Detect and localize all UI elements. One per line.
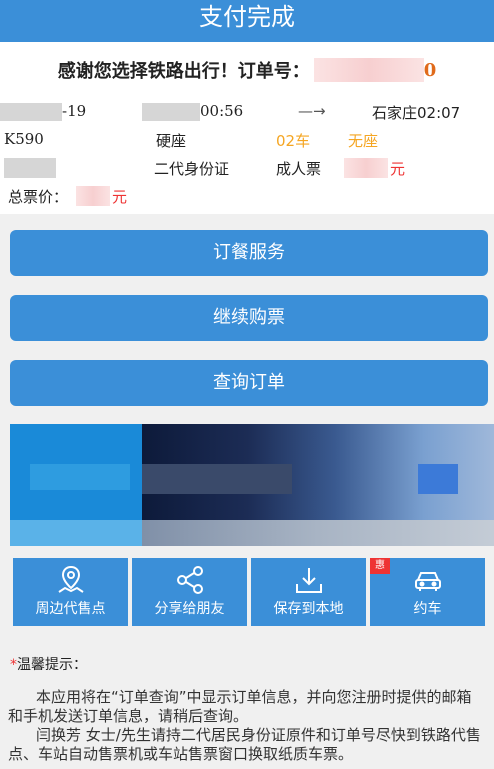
banner-mid-block (142, 464, 292, 494)
thanks-banner: 感谢您选择铁路出行！订单号： 0 (0, 42, 494, 98)
ticket-price-unit: 元 (390, 160, 406, 178)
total-price-label: 总票价： (8, 188, 69, 206)
date-suffix: -19 (62, 102, 87, 120)
ticket-info: -19 00:56 —→ 石家庄02:07 K590 硬座 02车 无座 二代身… (0, 98, 494, 214)
book-car-label: 约车 (413, 601, 442, 617)
id-type: 二代身份证 (154, 160, 230, 178)
meal-service-button[interactable]: 订餐服务 (10, 230, 488, 276)
thanks-text: 感谢您选择铁路出行！订单号： (57, 61, 310, 82)
share-icon (176, 566, 203, 594)
continue-buying-button[interactable]: 继续购票 (10, 295, 488, 341)
banner-accent-block (418, 464, 458, 494)
ticket-row-passenger: 二代身份证 成人票 元 (0, 156, 494, 182)
tips-title: *温馨提示： (10, 654, 87, 674)
train-number: K590 (4, 130, 44, 148)
order-number-redacted (313, 58, 424, 82)
star-icon: * (10, 657, 17, 673)
ticket-price-redacted (344, 158, 388, 178)
arrow-icon: —→ (298, 102, 326, 120)
banner-left-bottom (10, 520, 142, 546)
seat-class: 硬座 (156, 132, 187, 150)
book-car-button[interactable]: 惠 约车 (370, 558, 485, 626)
nearby-agent-button[interactable]: 周边代售点 (13, 558, 128, 626)
depart-time: 00:56 (200, 102, 244, 120)
tips-paragraph-2: 闫换芳 女士/先生请持二代居民身份证原件和订单号尽快到铁路代售点、车站自动售票机… (8, 726, 481, 763)
tool-bar: 周边代售点 分享给朋友 保存到本地 惠 约车 (13, 558, 485, 626)
total-price-unit: 元 (112, 188, 128, 206)
ad-banner[interactable] (10, 424, 494, 546)
page-title: 支付完成 (0, 0, 494, 42)
banner-left-block (30, 464, 130, 490)
save-local-button[interactable]: 保存到本地 (251, 558, 366, 626)
share-button[interactable]: 分享给朋友 (132, 558, 247, 626)
date-redacted (0, 102, 62, 121)
nearby-agent-label: 周边代售点 (35, 601, 106, 617)
tips-paragraph-1: 本应用将在“订单查询”中显示订单信息，并向您注册时提供的邮箱和手机发送订单信息，… (8, 688, 472, 725)
discount-badge: 惠 (370, 558, 390, 574)
car-icon (414, 572, 441, 591)
seat-number: 无座 (348, 132, 379, 150)
depart-station-redacted (142, 102, 200, 121)
passenger-name-redacted (4, 158, 56, 178)
order-number-tail: 0 (423, 59, 437, 81)
download-icon (295, 568, 322, 593)
save-local-label: 保存到本地 (273, 601, 344, 617)
tips-title-text: 温馨提示： (17, 657, 87, 673)
share-label: 分享给朋友 (154, 601, 225, 617)
ticket-row-seat: K590 硬座 02车 无座 (0, 128, 494, 154)
total-price-row: 总票价： 元 (0, 184, 494, 210)
banner-right-bottom (142, 520, 494, 546)
arrive-station-time: 石家庄02:07 (372, 104, 461, 122)
ticket-type: 成人票 (276, 160, 322, 178)
total-price-redacted (76, 186, 110, 206)
ticket-row-schedule: -19 00:56 —→ 石家庄02:07 (0, 100, 494, 126)
car-number: 02车 (276, 132, 311, 150)
location-map-icon (57, 565, 84, 593)
query-order-button[interactable]: 查询订单 (10, 360, 488, 406)
